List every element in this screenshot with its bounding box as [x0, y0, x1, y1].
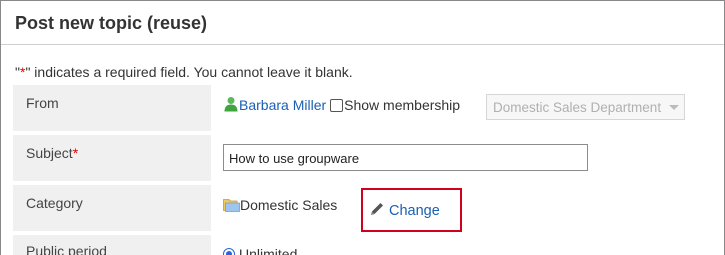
unlimited-radio[interactable] — [223, 248, 235, 255]
change-category-link[interactable]: Change — [369, 201, 440, 219]
chevron-down-icon — [669, 105, 679, 110]
from-label: From — [13, 85, 211, 131]
required-note-suffix: " indicates a required field. You cannot… — [25, 64, 353, 80]
folder-icon — [223, 199, 240, 212]
public-period-label-text: Public period — [26, 243, 107, 255]
from-label-text: From — [26, 95, 59, 111]
subject-label-text: Subject — [26, 145, 73, 161]
required-field-note: "*" indicates a required field. You cann… — [15, 64, 353, 80]
from-field: Barbara Miller Show membership — [223, 96, 460, 113]
pencil-icon — [371, 203, 383, 215]
category-label-text: Category — [26, 195, 83, 211]
page-title: Post new topic (reuse) — [15, 13, 208, 33]
public-period-field: Unlimited — [223, 246, 297, 255]
title-divider — [1, 44, 724, 45]
category-label: Category — [13, 185, 211, 231]
page-frame: Post new topic (reuse) "*" indicates a r… — [0, 0, 725, 255]
category-value: Domestic Sales — [240, 197, 338, 213]
show-membership-checkbox[interactable] — [330, 99, 344, 112]
department-select[interactable]: Domestic Sales Department — [486, 94, 685, 120]
unlimited-radio-label[interactable]: Unlimited — [239, 246, 297, 255]
subject-input[interactable]: How to use groupware — [223, 144, 588, 171]
show-membership-label[interactable]: Show membership — [344, 97, 460, 113]
subject-required-mark: * — [72, 145, 79, 161]
category-field: Domestic Sales — [223, 197, 337, 213]
subject-label: Subject* — [13, 135, 211, 181]
user-icon — [224, 97, 238, 112]
user-link[interactable]: Barbara Miller — [239, 97, 326, 113]
public-period-label: Public period — [13, 235, 211, 255]
department-select-value: Domestic Sales Department — [493, 100, 662, 115]
change-label: Change — [389, 203, 440, 219]
subject-input-value: How to use groupware — [229, 151, 360, 166]
